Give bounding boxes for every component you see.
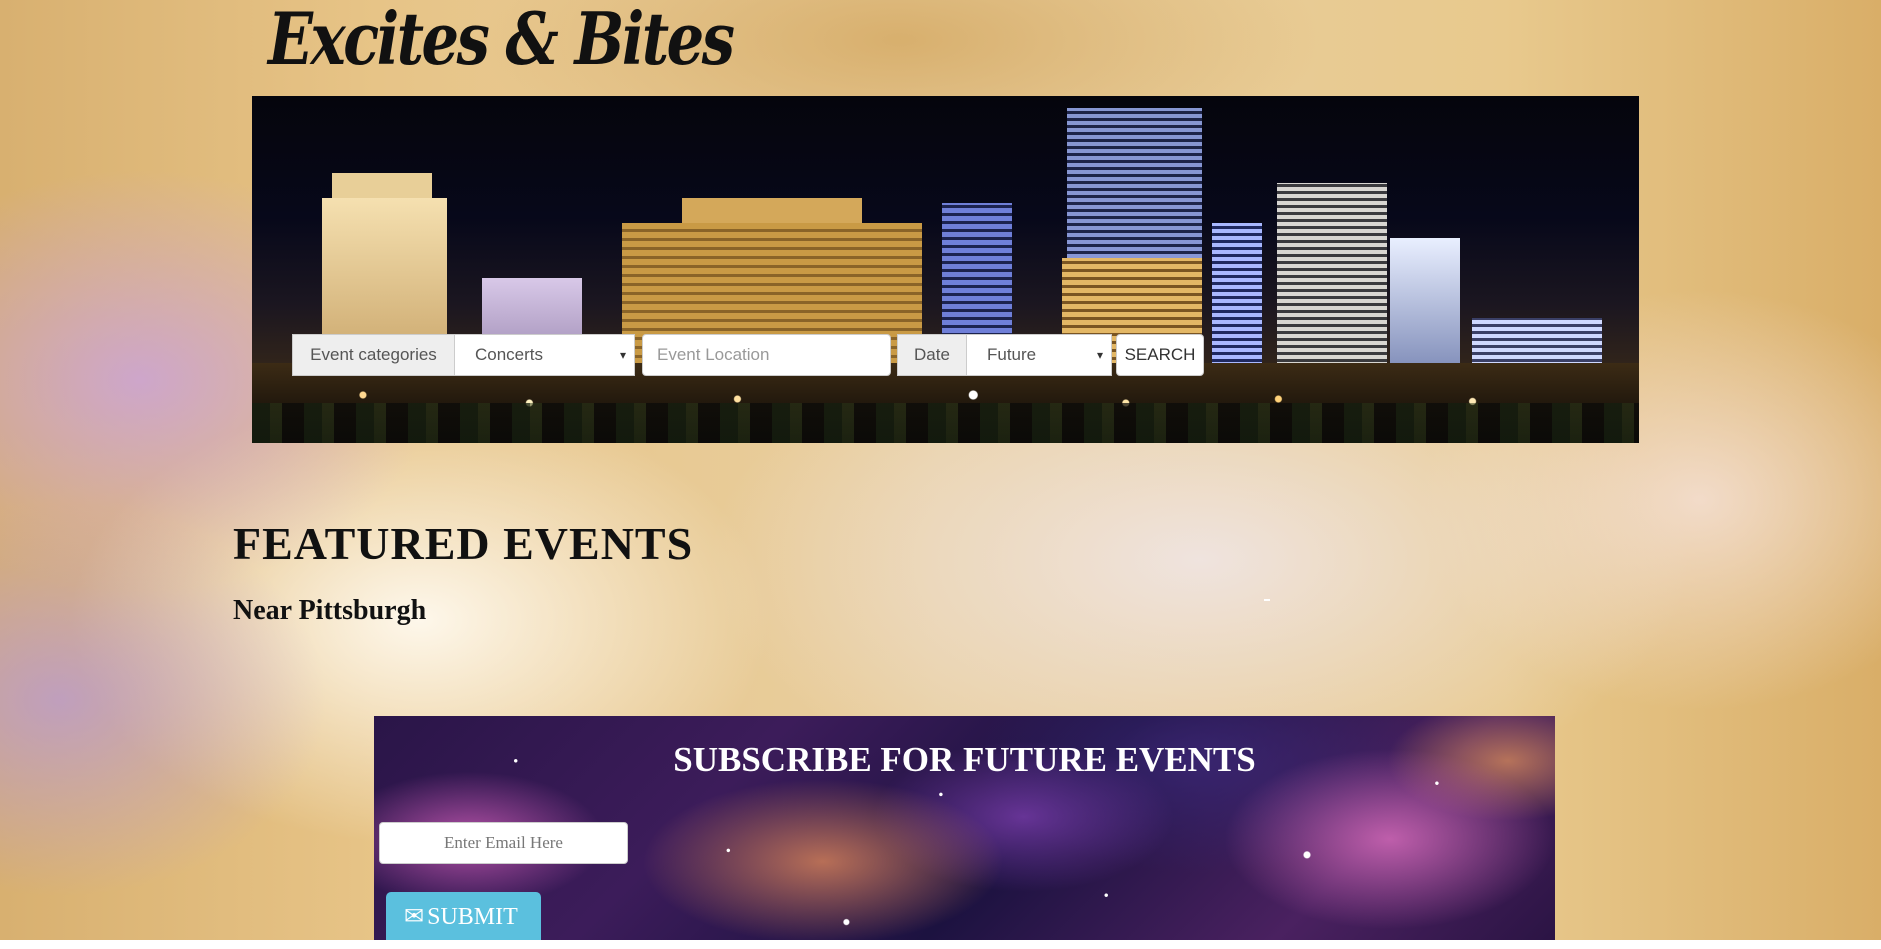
date-label: Date	[897, 334, 967, 376]
featured-events-heading: FEATURED EVENTS	[233, 518, 694, 569]
event-categories-label: Event categories	[292, 334, 455, 376]
chevron-down-icon: ▾	[1096, 348, 1103, 362]
palm-trees	[252, 403, 1639, 443]
envelope-icon: ✉	[404, 904, 425, 930]
submit-label: SUBMIT	[427, 904, 518, 930]
site-logo[interactable]: Excites & Bites	[268, 0, 735, 84]
location-subheading: Near Pittsburgh	[233, 595, 427, 626]
hero-banner	[252, 96, 1639, 443]
date-select-value: Future	[987, 345, 1037, 364]
search-button[interactable]: SEARCH	[1116, 334, 1204, 376]
decorative-dash	[1264, 599, 1270, 601]
bottom-edge	[0, 940, 1881, 949]
subscribe-heading: SUBSCRIBE FOR FUTURE EVENTS	[673, 740, 1256, 779]
date-select[interactable]: Future ▾	[966, 334, 1112, 376]
email-input[interactable]: Enter Email Here	[379, 822, 628, 864]
chevron-down-icon: ▾	[619, 348, 626, 362]
category-select[interactable]: Concerts ▾	[454, 334, 635, 376]
event-location-input[interactable]: Event Location	[642, 334, 891, 376]
subscribe-panel: SUBSCRIBE FOR FUTURE EVENTS Enter Email …	[374, 716, 1555, 940]
category-select-value: Concerts	[475, 345, 544, 364]
submit-button[interactable]: ✉ SUBMIT	[386, 892, 541, 940]
